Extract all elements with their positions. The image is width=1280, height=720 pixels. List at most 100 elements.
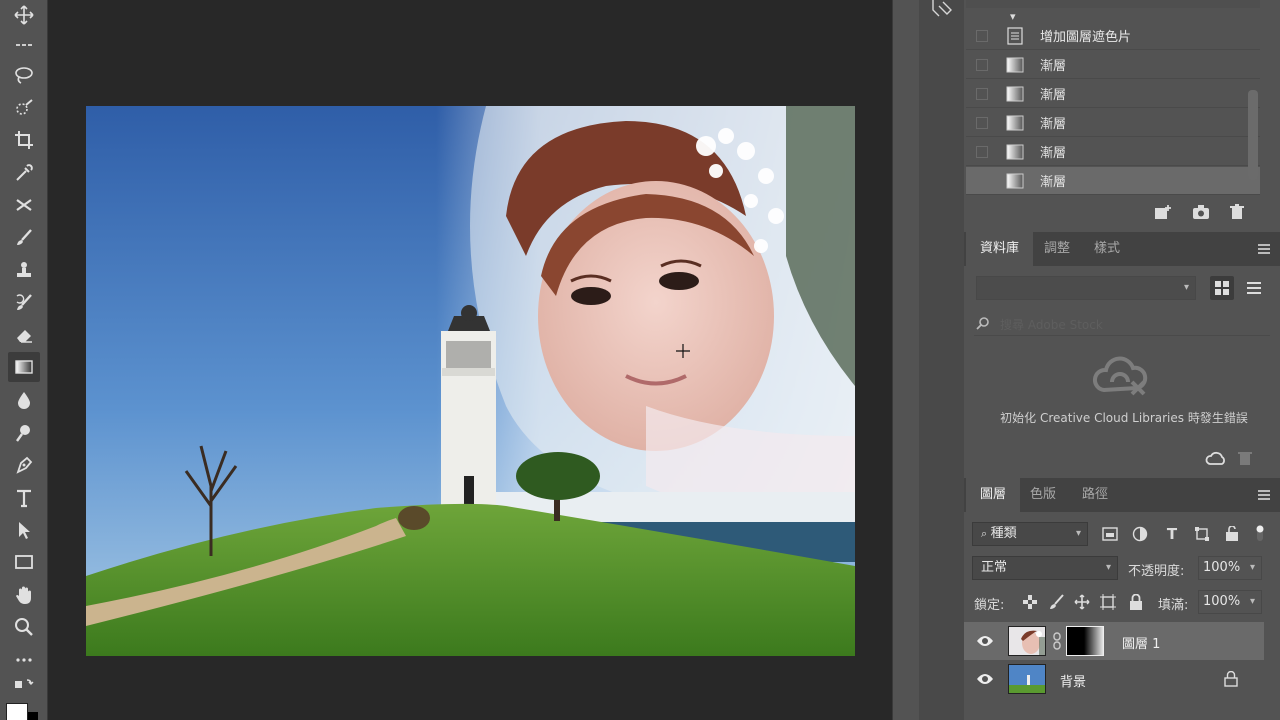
gradient-history-icon	[1006, 56, 1024, 74]
blur-tool-icon[interactable]	[8, 385, 40, 415]
tab-layers[interactable]: 圖層	[966, 478, 1021, 512]
history-item-label: 漸層	[1040, 146, 1067, 161]
gradient-history-icon	[1006, 85, 1024, 103]
filter-search-icon: ⌕	[981, 527, 991, 540]
fill-value: 100%	[1203, 594, 1241, 609]
layer-name[interactable]: 圖層 1	[1122, 633, 1160, 652]
layers-tabbar: 圖層 色版 路徑	[964, 478, 1280, 512]
library-trash-icon[interactable]	[1234, 448, 1256, 468]
eye-icon[interactable]	[976, 633, 994, 649]
history-item[interactable]: 漸層	[966, 138, 1260, 166]
dodge-tool-icon[interactable]	[8, 418, 40, 448]
history-item-label: 漸層	[1040, 117, 1067, 132]
rectangle-tool-icon[interactable]	[8, 547, 40, 577]
tab-libraries[interactable]: 資料庫	[966, 232, 1034, 266]
opacity-value: 100%	[1203, 560, 1241, 575]
tab-channels[interactable]: 色版	[1030, 478, 1056, 512]
layer-lock-icon	[1224, 670, 1238, 691]
panel-dock-strip	[892, 0, 965, 720]
swap-colors-icon[interactable]	[8, 675, 40, 697]
layer-row-selected[interactable]: 圖層 1	[964, 622, 1264, 660]
brush-settings-icon[interactable]	[929, 0, 955, 18]
layer-mask-history-icon	[1006, 26, 1024, 45]
history-brush-tool-icon[interactable]	[8, 288, 40, 318]
brush-tool-icon[interactable]	[8, 223, 40, 253]
layers-menu-icon[interactable]	[1258, 490, 1270, 500]
creative-cloud-icon[interactable]	[1204, 448, 1226, 468]
history-item-label: 漸層	[1040, 59, 1067, 74]
blend-mode-select[interactable]: 正常 ▾	[972, 556, 1118, 580]
type-tool-icon[interactable]	[8, 483, 40, 513]
lock-label: 鎖定:	[974, 598, 1005, 613]
filter-type-layers-icon[interactable]: T	[1162, 524, 1182, 544]
eyedropper-tool-icon[interactable]	[8, 158, 40, 188]
eye-icon[interactable]	[976, 671, 994, 687]
fill-label: 填滿:	[1158, 598, 1189, 613]
more-tools-icon[interactable]	[8, 645, 40, 675]
brush-cursor-icon	[676, 344, 690, 358]
path-selection-tool-icon[interactable]	[8, 515, 40, 545]
tab-paths[interactable]: 路徑	[1082, 478, 1108, 512]
filter-smart-object-icon[interactable]	[1222, 524, 1242, 544]
libraries-menu-icon[interactable]	[1258, 244, 1270, 254]
filter-shape-layers-icon[interactable]	[1192, 524, 1212, 544]
link-chain-icon[interactable]	[1052, 632, 1062, 654]
search-icon	[976, 316, 990, 334]
lock-all-icon[interactable]	[1126, 592, 1146, 612]
stock-search-input[interactable]: 搜尋 Adobe Stock	[974, 314, 1270, 336]
zoom-tool-icon[interactable]	[8, 612, 40, 642]
eraser-tool-icon[interactable]	[8, 320, 40, 350]
layer-name[interactable]: 背景	[1060, 671, 1086, 690]
photoshop-window: ▾ 增加圖層遮色片 漸層 漸層 漸層 漸層 漸層 資料庫 調整 樣式 ▾ 搜尋 …	[0, 0, 1280, 720]
pen-tool-icon[interactable]	[8, 450, 40, 480]
history-item[interactable]: 漸層	[966, 51, 1260, 79]
gradient-history-icon	[1006, 143, 1024, 161]
lock-position-icon[interactable]	[1072, 592, 1092, 612]
history-item[interactable]: 漸層	[966, 109, 1260, 137]
layer-thumbnail	[1008, 664, 1046, 694]
quick-selection-tool-icon[interactable]	[8, 93, 40, 123]
new-document-from-state-icon[interactable]	[1152, 202, 1174, 222]
composite-image	[86, 106, 855, 656]
tab-styles[interactable]: 樣式	[1094, 232, 1120, 266]
filter-toggle-icon[interactable]	[1254, 522, 1266, 544]
hand-tool-icon[interactable]	[8, 580, 40, 610]
opacity-label: 不透明度:	[1128, 564, 1185, 579]
history-item-label: 漸層	[1040, 88, 1067, 103]
history-item[interactable]: 漸層	[966, 80, 1260, 108]
list-view-icon[interactable]	[1242, 276, 1266, 300]
clone-stamp-tool-icon[interactable]	[8, 255, 40, 285]
lasso-tool-icon[interactable]	[8, 60, 40, 90]
document-workspace	[49, 0, 892, 720]
history-scrollbar[interactable]	[1248, 90, 1258, 180]
opacity-input[interactable]: 100% ▾	[1198, 556, 1262, 580]
gradient-tool-icon[interactable]	[8, 352, 40, 382]
document-canvas[interactable]	[86, 106, 855, 656]
libraries-error-message: 初始化 Creative Cloud Libraries 時發生錯誤	[1000, 411, 1248, 425]
history-panel: ▾ 增加圖層遮色片 漸層 漸層 漸層 漸層 漸層	[966, 0, 1262, 230]
lock-transparent-pixels-icon[interactable]	[1020, 592, 1040, 612]
trash-icon[interactable]	[1226, 202, 1248, 222]
camera-snapshot-icon[interactable]	[1190, 202, 1212, 222]
tab-adjustments[interactable]: 調整	[1044, 232, 1070, 266]
marquee-tool-icon[interactable]	[8, 30, 40, 60]
foreground-color-swatch[interactable]	[6, 703, 28, 720]
tools-panel	[0, 0, 48, 720]
fill-input[interactable]: 100% ▾	[1198, 590, 1262, 614]
healing-brush-tool-icon[interactable]	[8, 190, 40, 220]
lock-image-pixels-icon[interactable]	[1046, 592, 1066, 612]
move-tool-icon[interactable]	[8, 0, 40, 30]
crop-tool-icon[interactable]	[8, 125, 40, 155]
cloud-error-icon	[1090, 352, 1150, 400]
layer-mask-thumbnail[interactable]	[1066, 626, 1104, 656]
layer-filter-kind-select[interactable]: ⌕ 種類 ▾	[972, 522, 1088, 546]
history-item-label: 漸層	[1040, 175, 1067, 190]
history-item-selected[interactable]: 漸層	[966, 167, 1260, 195]
filter-adjustment-layers-icon[interactable]	[1130, 524, 1150, 544]
layer-row[interactable]: 背景	[964, 660, 1264, 698]
filter-pixel-layers-icon[interactable]	[1100, 524, 1120, 544]
lock-artboard-icon[interactable]	[1098, 592, 1118, 612]
history-item[interactable]: 增加圖層遮色片	[966, 22, 1260, 50]
grid-view-icon[interactable]	[1210, 276, 1234, 300]
library-select[interactable]: ▾	[976, 276, 1196, 300]
